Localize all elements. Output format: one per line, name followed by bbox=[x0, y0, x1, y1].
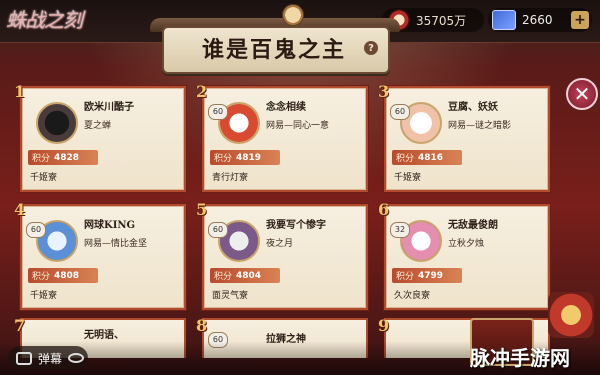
score-bar: 积分 4819 bbox=[210, 150, 280, 165]
player-guild: 立秋夕烛 bbox=[448, 239, 485, 249]
rank-badge: 5 bbox=[196, 200, 208, 219]
score-label: 积分 bbox=[396, 272, 415, 282]
level-tag: 60 bbox=[208, 222, 228, 238]
danmaku-label: 弹幕 bbox=[38, 351, 63, 366]
score-value: 4828 bbox=[54, 152, 80, 163]
score-bar: 积分 4804 bbox=[210, 268, 280, 283]
add-jade-button[interactable]: + bbox=[571, 11, 589, 29]
player-region: 千姬寮 bbox=[394, 173, 422, 183]
player-guild: 网易—谜之暗影 bbox=[448, 121, 512, 131]
coin-amount: 35705万 bbox=[416, 13, 467, 28]
rank-badge: 3 bbox=[378, 82, 390, 101]
jade-amount: 2660 bbox=[522, 13, 553, 27]
player-card[interactable]: 2 60 念念相续 网易—同心一意 积分 4819 青行灯寮 bbox=[196, 82, 368, 192]
level-tag: 60 bbox=[390, 104, 410, 120]
player-name: 网球KING bbox=[84, 220, 136, 231]
score-bar: 积分 4799 bbox=[392, 268, 462, 283]
bell-icon bbox=[282, 4, 304, 26]
game-logo: 蛛战之刻 bbox=[6, 8, 83, 32]
level-tag: 32 bbox=[390, 222, 410, 238]
player-region: 青行灯寮 bbox=[212, 173, 249, 183]
gift-icon[interactable] bbox=[548, 292, 594, 338]
player-name: 我要写个惨字 bbox=[266, 220, 326, 231]
jade-card-icon bbox=[492, 10, 516, 30]
score-label: 积分 bbox=[32, 154, 51, 164]
score-value: 4799 bbox=[418, 270, 444, 281]
rank-badge: 2 bbox=[196, 82, 208, 101]
chat-bubble-icon bbox=[16, 351, 32, 365]
player-name: 豆腐、妖妖 bbox=[448, 102, 498, 113]
player-region: 久次良寮 bbox=[394, 291, 431, 301]
player-guild: 网易—同心一意 bbox=[266, 121, 330, 131]
eye-icon[interactable] bbox=[68, 353, 85, 363]
page-title: 谁是百鬼之主 bbox=[201, 37, 346, 63]
rank-badge: 6 bbox=[378, 200, 390, 219]
watermark-text: 脉冲手游网 bbox=[470, 346, 570, 370]
rank-badge: 9 bbox=[378, 316, 390, 335]
score-value: 4819 bbox=[236, 152, 262, 163]
player-guild: 夜之月 bbox=[266, 239, 294, 249]
rank-badge: 1 bbox=[14, 82, 26, 101]
score-bar: 积分 4816 bbox=[392, 150, 462, 165]
player-name: 念念相续 bbox=[266, 102, 306, 113]
rank-badge: 7 bbox=[14, 316, 26, 335]
score-value: 4804 bbox=[236, 270, 262, 281]
level-tag: 60 bbox=[208, 104, 228, 120]
level-tag: 60 bbox=[26, 222, 46, 238]
player-card[interactable]: 6 32 无敌最俊朗 立秋夕烛 积分 4799 久次良寮 bbox=[378, 200, 550, 310]
avatar bbox=[36, 102, 78, 144]
score-label: 积分 bbox=[396, 154, 415, 164]
player-card[interactable]: 3 60 豆腐、妖妖 网易—谜之暗影 积分 4816 千姬寮 bbox=[378, 82, 550, 192]
player-card[interactable]: 5 60 我要写个惨字 夜之月 积分 4804 面灵气寮 bbox=[196, 200, 368, 310]
danmaku-toggle[interactable]: 弹幕 bbox=[8, 346, 88, 370]
player-name: 无敌最俊朗 bbox=[448, 220, 498, 231]
close-button[interactable]: ✕ bbox=[566, 78, 598, 110]
score-label: 积分 bbox=[214, 154, 233, 164]
player-region: 千姬寮 bbox=[30, 291, 58, 301]
score-label: 积分 bbox=[214, 272, 233, 282]
player-card[interactable]: 1 欧米川酷子 夏之蝉 积分 4828 千姬寮 bbox=[14, 82, 186, 192]
player-name: 欧米川酷子 bbox=[84, 102, 134, 113]
jade-display[interactable]: 2660 + bbox=[488, 8, 592, 32]
player-name: 无明语、 bbox=[84, 330, 124, 341]
score-bar: 积分 4808 bbox=[28, 268, 98, 283]
score-value: 4816 bbox=[418, 152, 444, 163]
rank-badge: 4 bbox=[14, 200, 26, 219]
player-guild: 夏之蝉 bbox=[84, 121, 112, 131]
score-value: 4808 bbox=[54, 270, 80, 281]
player-guild: 网易—情比金坚 bbox=[84, 239, 148, 249]
score-label: 积分 bbox=[32, 272, 51, 282]
player-region: 面灵气寮 bbox=[212, 291, 249, 301]
player-region: 千姬寮 bbox=[30, 173, 58, 183]
player-card[interactable]: 4 60 网球KING 网易—情比金坚 积分 4808 千姬寮 bbox=[14, 200, 186, 310]
score-bar: 积分 4828 bbox=[28, 150, 98, 165]
help-icon[interactable]: ? bbox=[364, 41, 378, 55]
